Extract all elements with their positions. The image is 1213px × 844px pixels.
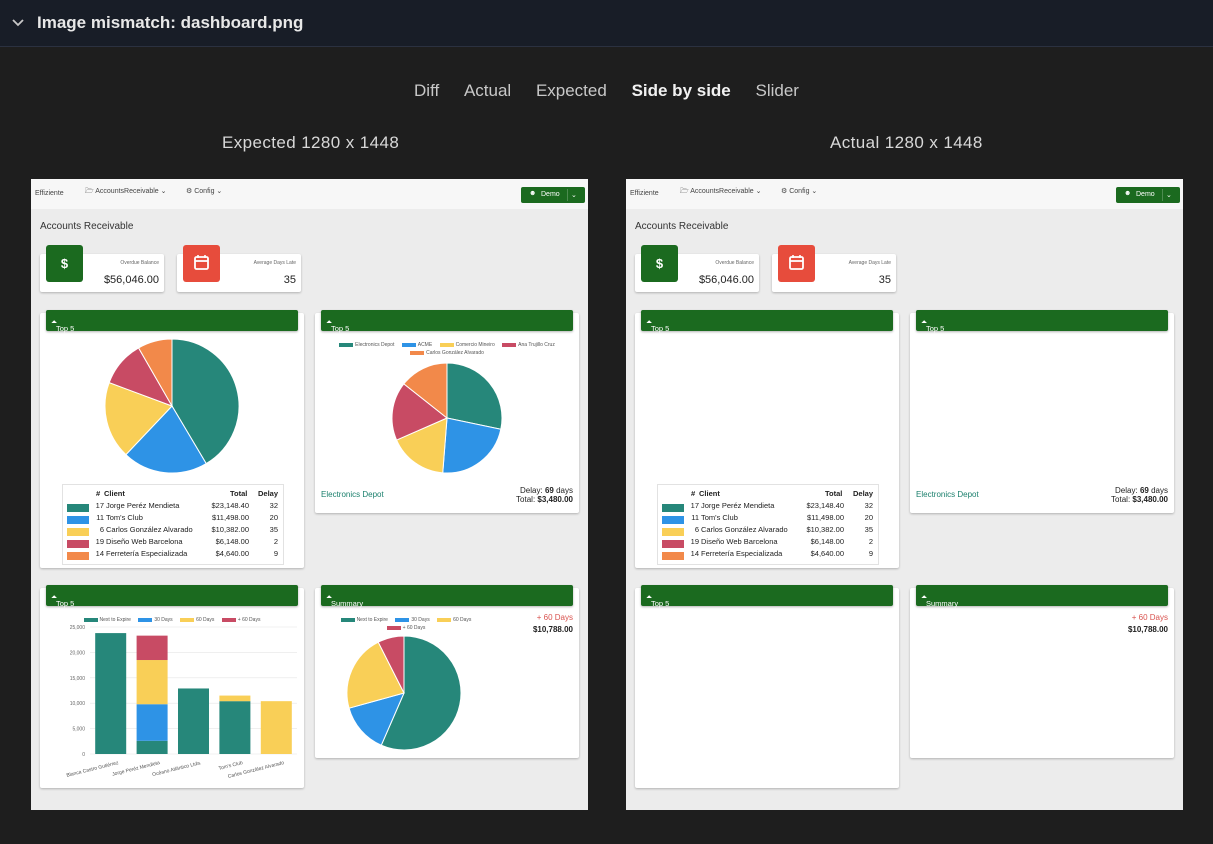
row-total: $4,640.00: [810, 549, 844, 558]
summary-annotation: + 60 Days $10,788.00: [1127, 613, 1168, 634]
row-total: $6,148.00: [810, 537, 844, 546]
kpi-overdue-balance: $ Overdue Balance $56,046.00: [635, 245, 759, 292]
user-icon: ☻: [1124, 190, 1132, 197]
tab-slider[interactable]: Slider: [756, 81, 799, 101]
delay-card-header[interactable]: Top 5 Clients with Biggest days of delay…: [916, 310, 1168, 378]
row-delay: 35: [864, 525, 873, 534]
row-client: Diseño Web Barcelona: [701, 537, 778, 546]
menu-accounts-receivable[interactable]: 🗁 AccountsReceivable ⌄: [680, 187, 762, 198]
mismatch-header[interactable]: Image mismatch: dashboard.png: [0, 0, 1213, 47]
row-total: $23,148.40: [806, 501, 844, 510]
summary-card-header[interactable]: Summary Expiration ⏶: [916, 585, 1168, 617]
row-client: Carlos González Alvarado: [701, 525, 788, 534]
type-of-delay-card-header[interactable]: Top 5 Clients by Type of Delay ⏶: [641, 585, 893, 653]
color-swatch: [662, 540, 684, 548]
calendar-icon: [778, 245, 815, 282]
row-total: $10,382.00: [806, 525, 844, 534]
debtors-card-header[interactable]: Top 5 Clients Biggest Debtors ⏶: [641, 310, 893, 360]
kpi-average-days-late: Average Days Late 35: [772, 245, 896, 292]
row-client: Tom's Club: [701, 513, 738, 522]
tab-diff[interactable]: Diff: [414, 81, 439, 101]
expected-caption: Expected 1280 x 1448: [222, 133, 400, 152]
row-total: $11,498.00: [807, 513, 844, 522]
delay-client-link[interactable]: Electronics Depot: [916, 490, 979, 499]
dollar-icon: $: [641, 245, 678, 282]
row-delay: 9: [868, 549, 873, 558]
svg-text:$: $: [656, 256, 664, 271]
row-delay: 32: [864, 501, 873, 510]
app-navbar: Effiziente 🗁 AccountsReceivable ⌄ ⚙ Conf…: [626, 179, 1183, 209]
color-swatch: [662, 504, 684, 512]
table-row[interactable]: 17 Jorge Peréz Mendieta $23,148.40 32: [658, 501, 878, 513]
row-client: Ferretería Especializada: [701, 549, 783, 558]
expected-screenshot: Effiziente 🗁 AccountsReceivable ⌄ ⚙ Conf…: [31, 179, 588, 810]
page-title: Accounts Receivable: [635, 221, 729, 232]
view-mode-tabs: Diff Actual Expected Side by side Slider: [0, 81, 1213, 101]
color-swatch: [662, 528, 684, 536]
table-row[interactable]: 11 Tom's Club $11,498.00 20: [658, 513, 878, 525]
summary-pie-chart: [346, 635, 462, 751]
color-swatch: [662, 552, 684, 560]
tab-expected[interactable]: Expected: [536, 81, 607, 101]
row-id: 14: [690, 549, 699, 558]
menu-config[interactable]: ⚙ Config ⌄: [781, 187, 817, 195]
debtors-table: # Client Total Delay 17 Jorge Peréz Mendi…: [657, 484, 879, 565]
mismatch-title: Image mismatch: dashboard.png: [37, 13, 304, 32]
table-row[interactable]: 6 Carlos González Alvarado $10,382.00 35: [658, 525, 878, 537]
chevron-down-icon[interactable]: ⌄: [1166, 191, 1172, 199]
row-id: 17: [690, 501, 699, 510]
table-header-row: # Client Total Delay: [691, 489, 874, 498]
chevron-down-icon[interactable]: [10, 15, 26, 31]
table-row[interactable]: 14 Ferretería Especializada $4,640.00 9: [658, 549, 878, 561]
row-id: 11: [691, 513, 699, 522]
row-id: 6: [694, 525, 699, 534]
row-id: 19: [690, 537, 699, 546]
actual-screenshot: Effiziente 🗁 AccountsReceivable ⌄ ⚙ Conf…: [626, 179, 1183, 810]
tab-actual[interactable]: Actual: [464, 81, 511, 101]
row-delay: 2: [868, 537, 873, 546]
type-of-delay-card: [635, 588, 899, 788]
delay-summary: Delay: 69 days Total: $3,480.00: [1111, 486, 1168, 504]
user-menu-button[interactable]: ☻ Demo ⌄: [1116, 187, 1180, 203]
row-client: Jorge Peréz Mendieta: [701, 501, 775, 510]
color-swatch: [662, 516, 684, 524]
tab-side-by-side[interactable]: Side by side: [632, 81, 731, 101]
actual-caption: Actual 1280 x 1448: [830, 133, 983, 152]
table-row[interactable]: 19 Diseño Web Barcelona $6,148.00 2: [658, 537, 878, 549]
app-brand[interactable]: Effiziente: [630, 190, 659, 197]
row-delay: 20: [864, 513, 873, 522]
